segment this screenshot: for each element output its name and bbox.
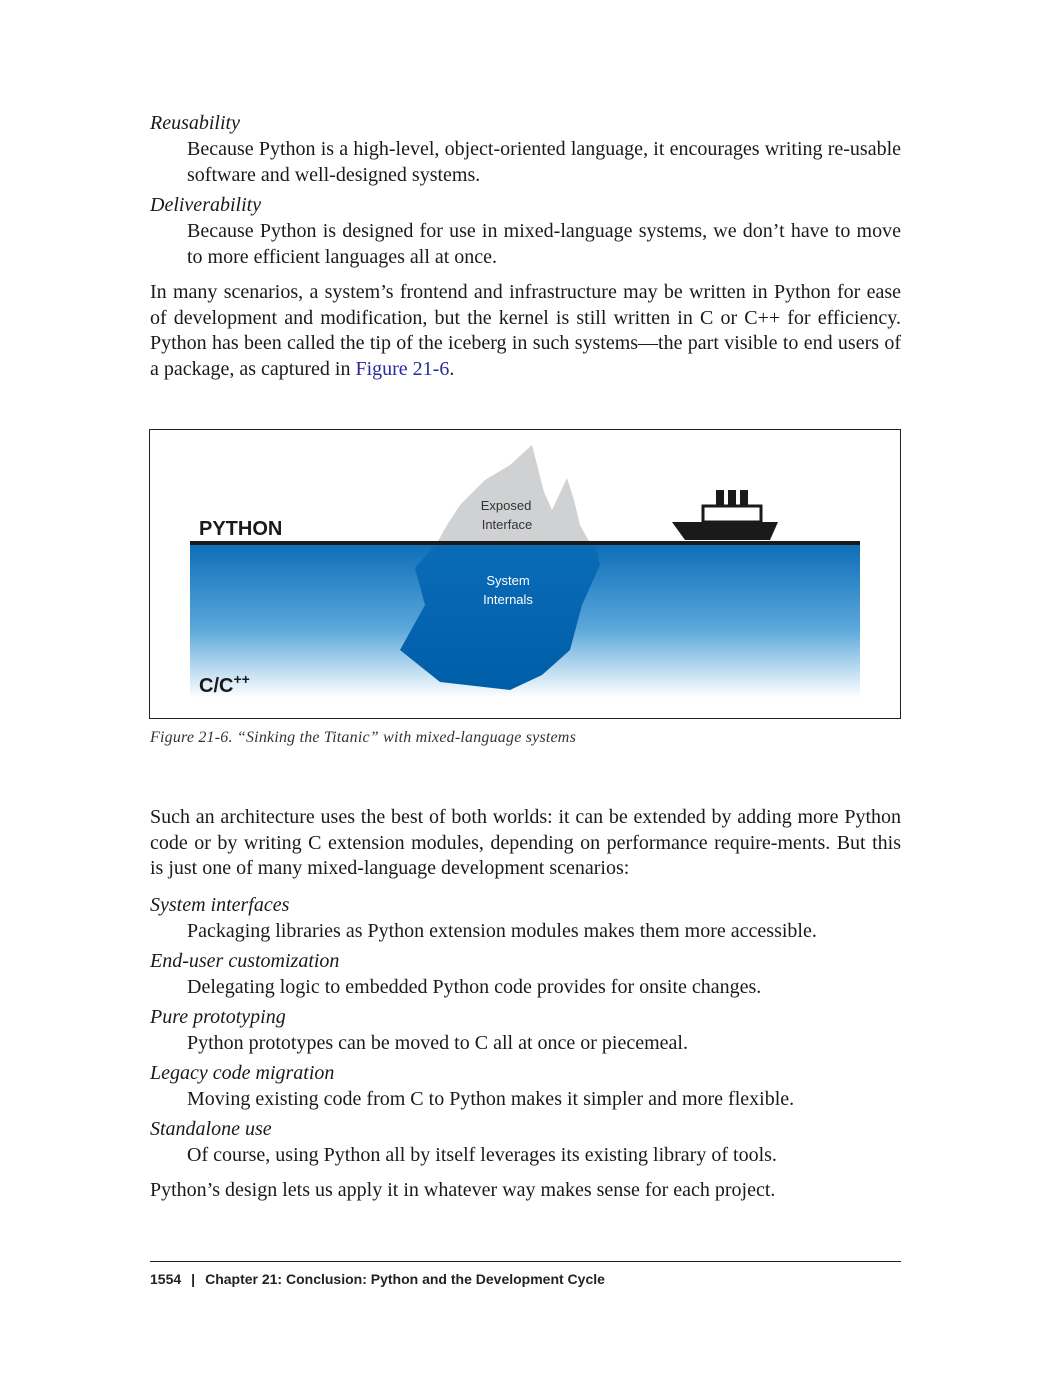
footer-separator: | xyxy=(191,1271,196,1287)
term-pure-prototyping: Pure prototyping xyxy=(150,1005,286,1028)
definition-standalone-use: Of course, using Python all by itself le… xyxy=(187,1143,777,1166)
figure-link[interactable]: Figure 21-6 xyxy=(355,358,449,380)
top-section: Reusability Because Python is a high-lev… xyxy=(150,110,901,382)
definition-end-user-customization: Delegating logic to embedded Python code… xyxy=(187,975,762,998)
internals-label-2: Internals xyxy=(483,592,533,607)
definition-pure-prototyping: Python prototypes can be moved to C all … xyxy=(187,1031,688,1054)
paragraph-iceberg-end: . xyxy=(449,357,455,380)
paragraph-iceberg-text: In many scenarios, a system’s frontend a… xyxy=(150,281,901,380)
term-reusability: Reusability xyxy=(150,112,240,134)
iceberg-illustration: PYTHON Exposed Interface System Internal… xyxy=(190,445,860,698)
paragraph-design: Python’s design lets us apply it in what… xyxy=(150,1178,776,1201)
bottom-section: Such an architecture uses the best of bo… xyxy=(150,805,901,1203)
iceberg-figure: PYTHON Exposed Interface System Internal… xyxy=(149,429,901,719)
paragraph-iceberg: In many scenarios, a system’s frontend a… xyxy=(150,280,901,382)
paragraph-architecture: Such an architecture uses the best of bo… xyxy=(150,806,901,879)
term-deliverability: Deliverability xyxy=(150,194,262,216)
definition-reusability: Because Python is a high-level, object-o… xyxy=(187,138,901,186)
figure-caption: Figure 21-6. “Sinking the Titanic” with … xyxy=(150,729,576,746)
c-label-superscript: ++ xyxy=(233,671,249,687)
internals-label-1: System xyxy=(486,573,529,588)
exposed-label-2: Interface xyxy=(482,517,533,532)
definition-deliverability: Because Python is designed for use in mi… xyxy=(187,220,901,268)
page-number: 1554 xyxy=(150,1271,182,1287)
ship-icon xyxy=(672,490,778,540)
c-label-main: C/C xyxy=(199,675,233,697)
chapter-title: Chapter 21: Conclusion: Python and the D… xyxy=(205,1271,605,1287)
term-standalone-use: Standalone use xyxy=(150,1117,272,1140)
definition-system-interfaces: Packaging libraries as Python extension … xyxy=(187,919,817,942)
page-footer: 1554 | Chapter 21: Conclusion: Python and … xyxy=(150,1271,605,1287)
footer-rule xyxy=(150,1261,901,1262)
term-legacy-code-migration: Legacy code migration xyxy=(150,1061,335,1084)
definition-legacy-code-migration: Moving existing code from C to Python ma… xyxy=(187,1087,795,1110)
python-label: PYTHON xyxy=(199,518,282,540)
term-system-interfaces: System interfaces xyxy=(150,893,290,916)
exposed-label-1: Exposed xyxy=(481,498,532,513)
term-end-user-customization: End-user customization xyxy=(150,949,340,972)
